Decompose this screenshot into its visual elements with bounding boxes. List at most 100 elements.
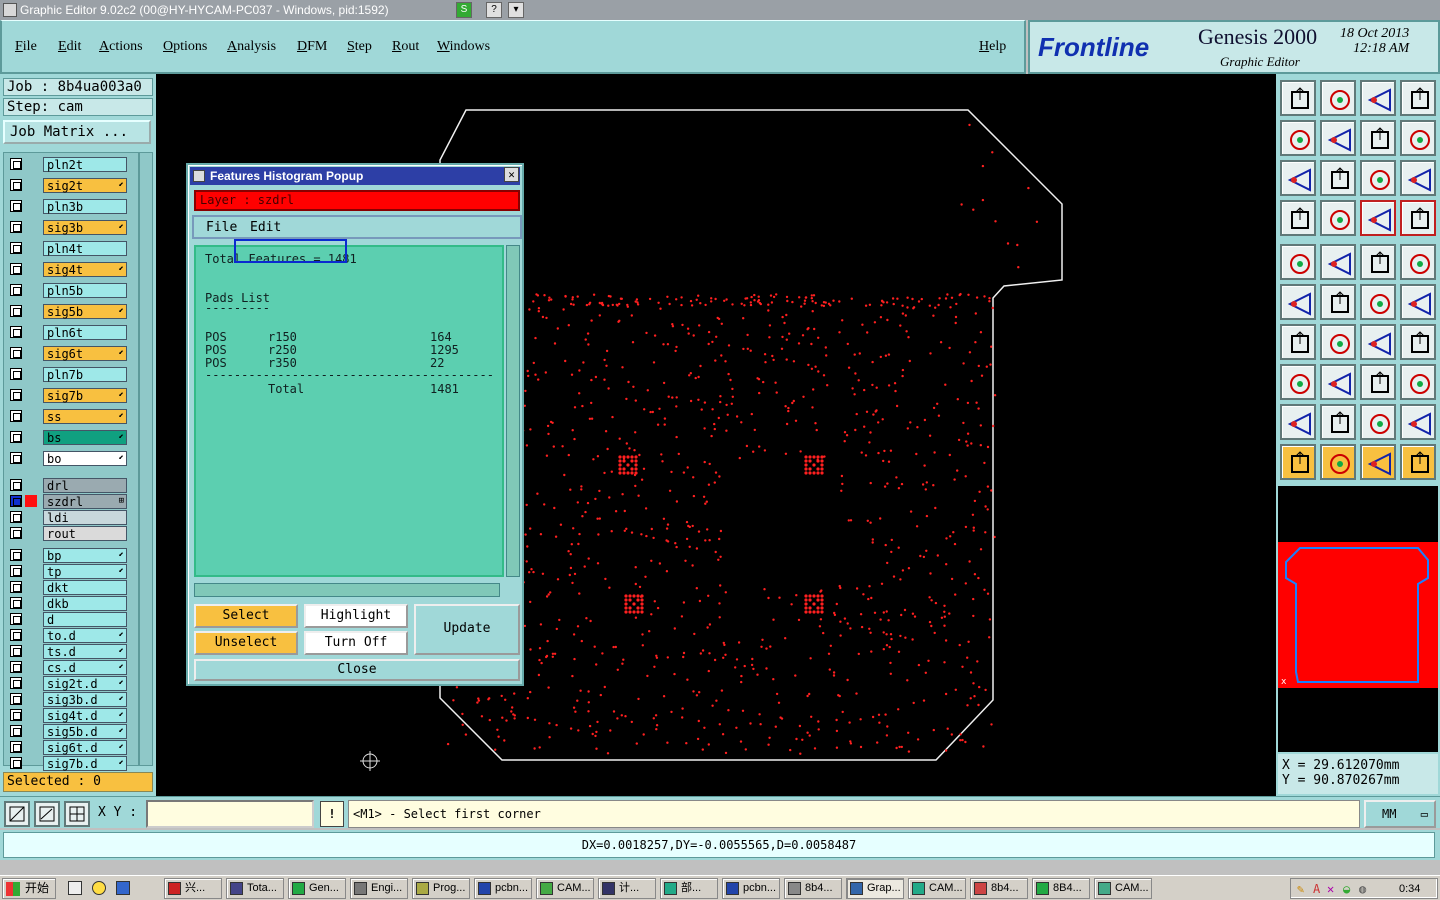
list-vscrollbar[interactable] [506,245,520,577]
layer-name[interactable]: sig2t.d [43,676,127,691]
layer-name[interactable]: sig4t.d [43,708,127,723]
highlight-button[interactable]: Highlight [304,604,408,628]
dropdown-icon[interactable]: ▾ [508,2,524,18]
layer-name[interactable]: sig7b.d [43,756,127,771]
layer-checkbox[interactable] [10,410,22,422]
pointer-circle-tool-icon[interactable] [1360,444,1396,480]
tray-a-icon[interactable]: A [1313,882,1320,896]
layer-checkbox[interactable] [10,725,22,737]
settings-tool-icon[interactable] [1280,200,1316,236]
layer-name[interactable]: sig6t.d [43,740,127,755]
layer-row[interactable]: sig2t.d ⬋ [7,676,127,691]
pad-tool-icon[interactable] [1280,364,1316,400]
layer-name[interactable]: pln4t [43,241,127,256]
layer-checkbox[interactable] [10,613,22,625]
layer-name[interactable]: szdrl [43,494,127,509]
layer-name[interactable]: rout [43,526,127,541]
right-arrow-tool-icon[interactable] [1320,120,1356,156]
layer-name[interactable]: cs.d [43,660,127,675]
taskbar-item[interactable]: pcbn... [722,878,780,899]
select-box-tool-icon[interactable] [1280,244,1316,280]
angle-tool-icon[interactable] [1280,324,1316,360]
taskbar-item[interactable]: 8B4... [1032,878,1090,899]
layer-name[interactable]: pln7b [43,367,127,382]
layer-checkbox[interactable] [10,629,22,641]
layer-row[interactable]: ldi [7,510,127,525]
layer-checkbox[interactable] [10,565,22,577]
layer-checkbox[interactable] [10,389,22,401]
layer-checkbox[interactable] [10,597,22,609]
layer-row[interactable]: sig5b.d ⬋ [7,724,127,739]
grid-tool-icon[interactable] [1320,200,1356,236]
popup-close-icon[interactable]: ✕ [504,167,519,182]
layer-row[interactable]: sig3b.d ⬋ [7,692,127,707]
shapes-tool-icon[interactable] [1400,364,1436,400]
draw-tool-icon[interactable] [1320,244,1356,280]
layer-row[interactable]: to.d ⬋ [7,628,127,643]
layer-checkbox[interactable] [10,284,22,296]
taskbar-item[interactable]: Grap... [846,878,904,899]
home-tool-icon[interactable] [1360,80,1396,116]
taskbar-item[interactable]: CAM... [908,878,966,899]
tray-network-icon[interactable]: ◒ [1343,882,1350,896]
layer-row[interactable]: ts.d ⬋ [7,644,127,659]
triangle-d-tool-icon[interactable] [1400,404,1436,440]
layer-checkbox[interactable] [10,495,22,507]
fit-tool-icon[interactable] [1280,160,1316,196]
measure-icon[interactable] [34,801,60,827]
tray-x-icon[interactable]: ✕ [1327,882,1334,896]
layer-checkbox[interactable] [10,527,22,539]
menu-analysis[interactable]: Analysis [227,39,276,55]
layer-row[interactable]: sig2t ⬋ [7,178,127,193]
layer-row[interactable]: sig3b ⬋ [7,220,127,235]
layer-checkbox[interactable] [10,479,22,491]
select-button[interactable]: Select [194,604,298,628]
layer-name[interactable]: tp [43,564,127,579]
layer-row[interactable]: d [7,612,127,627]
menu-dfm[interactable]: DFM [297,39,327,55]
rotate-tool-icon[interactable] [1360,324,1396,360]
layer-row[interactable]: pln6t [7,325,127,340]
center-tool-icon[interactable] [1320,160,1356,196]
scale-1-2-tool-icon[interactable] [1360,160,1396,196]
layer-name[interactable]: dkt [43,580,127,595]
layer-name[interactable]: sig3b.d [43,692,127,707]
layer-checkbox[interactable] [10,661,22,673]
layer-a-tool-icon[interactable] [1360,200,1396,236]
layer-checkbox[interactable] [10,179,22,191]
layer-checkbox[interactable] [10,263,22,275]
circle-pad-tool-icon[interactable] [1400,244,1436,280]
xy-input[interactable] [146,800,314,828]
layer-row[interactable]: szdrl ⊞ [7,494,127,509]
layer-row[interactable]: pln3b [7,199,127,214]
layer-row[interactable]: sig7b.d ⬋ [7,756,127,771]
left-arrow-tool-icon[interactable] [1280,120,1316,156]
popup-menu-edit[interactable]: Edit [250,220,281,235]
grid-icon[interactable] [64,801,90,827]
layer-checkbox[interactable] [10,431,22,443]
layer-row[interactable]: bo ⬋ [7,451,127,466]
units-select[interactable]: MM ▭ [1364,800,1436,828]
menu-options[interactable]: Options [163,39,207,55]
layer-name[interactable]: ss [43,409,127,424]
line-tool-icon[interactable] [1320,324,1356,360]
menu-file[interactable]: File [15,39,37,55]
layer-row[interactable]: rout [7,526,127,541]
layer-name[interactable]: sig5b [43,304,127,319]
taskbar-item[interactable]: Engi... [350,878,408,899]
layer-checkbox[interactable] [10,347,22,359]
taskbar-item[interactable]: Prog... [412,878,470,899]
minimap-view[interactable]: x [1278,486,1438,752]
layer-checkbox[interactable] [10,200,22,212]
help-tool-icon[interactable] [1400,160,1436,196]
triangle-a-tool-icon[interactable] [1280,404,1316,440]
layer-checkbox[interactable] [10,581,22,593]
layer-name[interactable]: bo [43,451,127,466]
layer-checkbox[interactable] [10,741,22,753]
add-line-tool-icon[interactable] [1360,284,1396,320]
snap-icon[interactable] [4,801,30,827]
board-minimap[interactable]: x [1278,486,1438,752]
layer-row[interactable]: cs.d ⬋ [7,660,127,675]
layer-checkbox[interactable] [10,709,22,721]
menu-actions[interactable]: Actions [99,39,143,55]
